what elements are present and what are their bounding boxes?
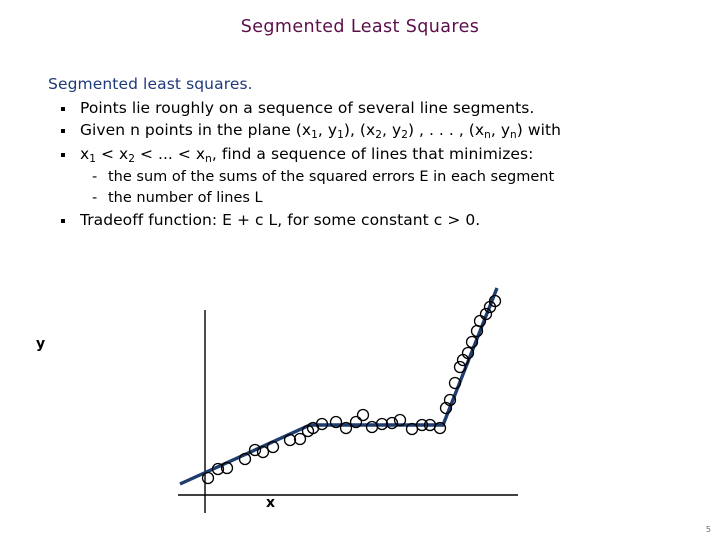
data-point-marker <box>461 346 475 360</box>
data-point-marker <box>470 324 484 338</box>
lead-heading: Segmented least squares. <box>48 75 253 93</box>
data-point-marker <box>329 415 343 429</box>
list-item-label: Points lie roughly on a sequence of seve… <box>80 99 535 117</box>
page-title: Segmented Least Squares <box>240 17 480 37</box>
list-item: - the number of lines L <box>48 188 688 209</box>
data-point-marker <box>339 421 353 435</box>
list-item: - the sum of the sums of the squared err… <box>48 167 688 188</box>
bullet-list: Points lie roughly on a sequence of seve… <box>48 97 688 231</box>
segmented-least-squares-figure <box>150 265 570 530</box>
y-axis-label: y <box>36 336 46 352</box>
list-item: Points lie roughly on a sequence of seve… <box>48 97 688 119</box>
square-bullet-icon <box>61 107 65 111</box>
list-item: Given n points in the plane (x1, y1), (x… <box>48 119 688 143</box>
page-number: 5 <box>705 525 711 534</box>
data-point-marker <box>365 420 379 434</box>
square-bullet-icon <box>61 219 65 223</box>
data-point-marker <box>238 452 252 466</box>
slide: Segmented Least Squares Segmented least … <box>0 0 720 540</box>
x-axis-label: x <box>266 495 276 511</box>
fitted-polyline <box>179 287 499 486</box>
dash-bullet-icon: - <box>92 169 98 185</box>
data-point-marker <box>488 294 502 308</box>
data-point-marker <box>356 408 370 422</box>
data-point-marker <box>256 445 270 459</box>
list-item: Tradeoff function: E + c L, for some con… <box>48 209 688 231</box>
data-point-marker <box>443 393 457 407</box>
list-item-label: Given n points in the plane (x1, y1), (x… <box>80 121 561 141</box>
body-content: Segmented least squares. Points lie roug… <box>48 74 688 231</box>
dash-bullet-icon: - <box>92 190 98 206</box>
data-point-marker <box>393 413 407 427</box>
data-point-marker <box>201 471 215 485</box>
data-point-marker <box>266 440 280 454</box>
data-point-marker <box>375 417 389 431</box>
list-item-label: x1 < x2 < ... < xn, find a sequence of l… <box>80 145 534 165</box>
data-point-marker <box>315 417 329 431</box>
data-point-marker <box>423 418 437 432</box>
data-point-marker <box>283 433 297 447</box>
data-point-marker <box>405 422 419 436</box>
data-point-marker <box>433 421 447 435</box>
list-item-label: the sum of the sums of the squared error… <box>108 169 555 185</box>
list-item: x1 < x2 < ... < xn, find a sequence of l… <box>48 143 688 167</box>
plot-canvas <box>178 287 518 513</box>
data-point-marker <box>465 335 479 349</box>
square-bullet-icon <box>61 153 65 157</box>
square-bullet-icon <box>61 129 65 133</box>
list-item-label: Tradeoff function: E + c L, for some con… <box>80 211 481 229</box>
data-point-marker <box>448 376 462 390</box>
list-item-label: the number of lines L <box>108 190 263 206</box>
data-point-marker <box>220 461 234 475</box>
